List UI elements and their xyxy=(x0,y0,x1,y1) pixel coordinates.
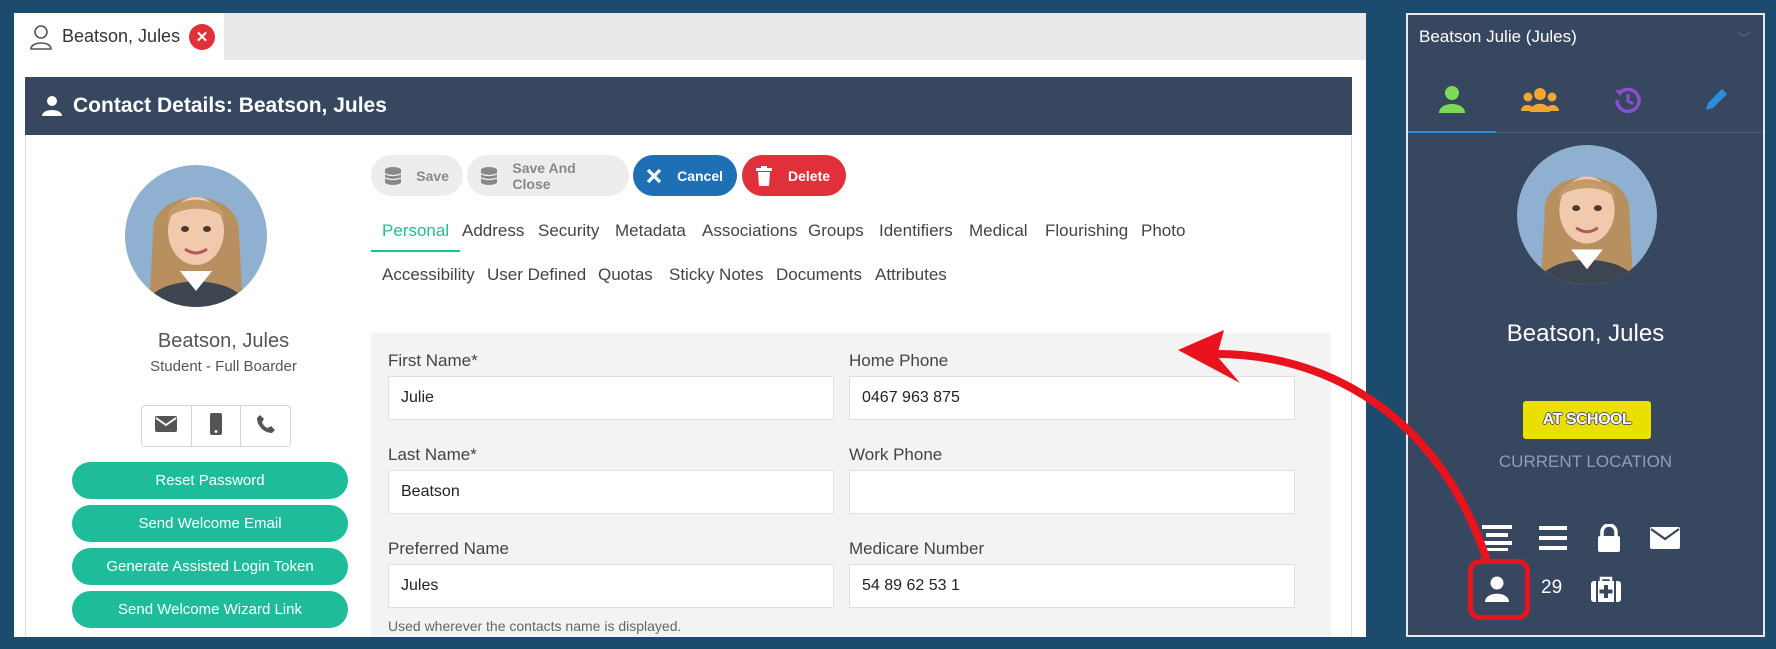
user-outline-icon xyxy=(28,23,54,51)
panel-title: Contact Details: Beatson, Jules xyxy=(73,94,387,117)
first-name-field[interactable]: Julie xyxy=(388,376,834,420)
save-and-close-label: Save And Close xyxy=(512,159,576,192)
last-name-label: Last Name* xyxy=(388,445,477,464)
preferred-name-field[interactable]: Jules xyxy=(388,564,834,608)
tab-photo[interactable]: Photo xyxy=(1130,210,1196,252)
group-icon xyxy=(1521,87,1559,118)
phone-icon xyxy=(256,414,276,439)
list-alt-icon[interactable] xyxy=(1471,512,1523,564)
document-tab-strip: Beatson, Jules ✕ xyxy=(14,13,1366,60)
user-icon xyxy=(41,95,63,117)
generate-login-token-button[interactable]: Generate Assisted Login Token xyxy=(72,548,348,585)
profile-name: Beatson, Jules xyxy=(157,330,290,352)
phone-button[interactable] xyxy=(241,406,290,446)
history-icon xyxy=(1614,86,1642,119)
email-button[interactable] xyxy=(142,406,192,446)
work-phone-field[interactable] xyxy=(849,470,1295,514)
send-welcome-email-button[interactable]: Send Welcome Email xyxy=(72,505,348,542)
sidebar-tab-history[interactable] xyxy=(1584,71,1672,133)
tab-address[interactable]: Address xyxy=(451,210,535,252)
sidebar-title: Beatson Julie (Jules) xyxy=(1419,27,1577,46)
database-icon xyxy=(381,164,404,188)
save-and-close-button[interactable]: Save And Close xyxy=(467,155,629,196)
envelope-icon[interactable] xyxy=(1639,512,1691,564)
panel-body: Beatson, Jules Student - Full Boarder Re… xyxy=(25,135,1352,637)
sidebar-tab-edit[interactable] xyxy=(1672,71,1760,133)
mobile-button[interactable] xyxy=(191,406,242,446)
sidebar-name: Beatson, Jules xyxy=(1506,320,1665,347)
mobile-icon xyxy=(210,412,222,440)
send-welcome-wizard-button[interactable]: Send Welcome Wizard Link xyxy=(72,591,348,628)
save-button[interactable]: Save xyxy=(371,155,463,196)
sidebar-student-photo xyxy=(1517,145,1657,285)
medicare-number-label: Medicare Number xyxy=(849,539,985,558)
delete-button[interactable]: Delete xyxy=(742,155,846,196)
chevron-down-icon[interactable]: ﹀ xyxy=(1737,29,1751,49)
tab-user-defined[interactable]: User Defined xyxy=(476,254,597,296)
sidebar-tab-groups[interactable] xyxy=(1496,71,1584,133)
close-icon[interactable]: ✕ xyxy=(189,23,216,50)
user-icon xyxy=(1438,85,1466,118)
home-phone-label: Home Phone xyxy=(849,351,949,370)
tab-quotas[interactable]: Quotas xyxy=(587,254,664,296)
contact-summary-sidebar: Beatson Julie (Jules) ﹀ Beatson, Jules A… xyxy=(1406,13,1765,637)
tab-security[interactable]: Security xyxy=(527,210,610,252)
panel-header: Contact Details: Beatson, Jules xyxy=(25,77,1352,135)
edit-icon xyxy=(1702,86,1730,119)
sidebar-tabs xyxy=(1408,71,1763,133)
email-icon xyxy=(155,415,178,437)
preferred-name-label: Preferred Name xyxy=(388,539,509,558)
profile-role: Student - Full Boarder xyxy=(150,358,297,375)
first-name-label: First Name* xyxy=(388,351,478,370)
x-icon xyxy=(643,164,665,188)
tab-accessibility[interactable]: Accessibility xyxy=(371,254,486,296)
save-label: Save xyxy=(416,167,449,184)
medicare-number-field[interactable]: 54 89 62 53 1 xyxy=(849,564,1295,608)
tab-sticky-notes[interactable]: Sticky Notes xyxy=(658,254,774,296)
tab-documents[interactable]: Documents xyxy=(765,254,873,296)
contact-tabs: Personal Address Security Metadata Assoc… xyxy=(371,210,1331,300)
delete-label: Delete xyxy=(788,167,831,184)
tab-attributes[interactable]: Attributes xyxy=(864,254,958,296)
reset-password-button[interactable]: Reset Password xyxy=(72,462,348,499)
medical-kit-icon[interactable] xyxy=(1580,563,1632,615)
annotation-highlight-box xyxy=(1468,559,1530,620)
tab-metadata[interactable]: Metadata xyxy=(604,210,697,252)
sidebar-count: 29 xyxy=(1541,577,1563,598)
personal-form: First Name* Julie Last Name* Beatson Pre… xyxy=(371,333,1331,637)
preferred-name-hint: Used wherever the contacts name is displ… xyxy=(388,618,682,634)
location-badge: AT SCHOOL xyxy=(1523,401,1651,439)
tab-groups[interactable]: Groups xyxy=(797,210,875,252)
tab-personal[interactable]: Personal xyxy=(371,210,461,252)
database-icon xyxy=(477,164,500,188)
tab-medical[interactable]: Medical xyxy=(958,210,1039,252)
contact-button-group xyxy=(141,405,291,447)
tab-flourishing[interactable]: Flourishing xyxy=(1034,210,1139,252)
tab-identifiers[interactable]: Identifiers xyxy=(868,210,964,252)
document-tab[interactable]: Beatson, Jules ✕ xyxy=(14,13,224,60)
sidebar-tab-user[interactable] xyxy=(1408,71,1496,133)
trash-icon xyxy=(752,164,776,188)
cancel-label: Cancel xyxy=(677,167,723,184)
work-phone-label: Work Phone xyxy=(849,445,943,464)
current-location-label: CURRENT LOCATION xyxy=(1498,452,1673,471)
student-photo xyxy=(125,165,267,307)
lock-icon[interactable] xyxy=(1583,512,1635,564)
tab-associations[interactable]: Associations xyxy=(691,210,808,252)
cancel-button[interactable]: Cancel xyxy=(633,155,737,196)
last-name-field[interactable]: Beatson xyxy=(388,470,834,514)
document-tab-label: Beatson, Jules xyxy=(62,26,181,46)
list-icon[interactable] xyxy=(1527,512,1579,564)
home-phone-field[interactable]: 0467 963 875 xyxy=(849,376,1295,420)
contact-window: Beatson, Jules ✕ Contact Details: Beatso… xyxy=(14,13,1366,637)
